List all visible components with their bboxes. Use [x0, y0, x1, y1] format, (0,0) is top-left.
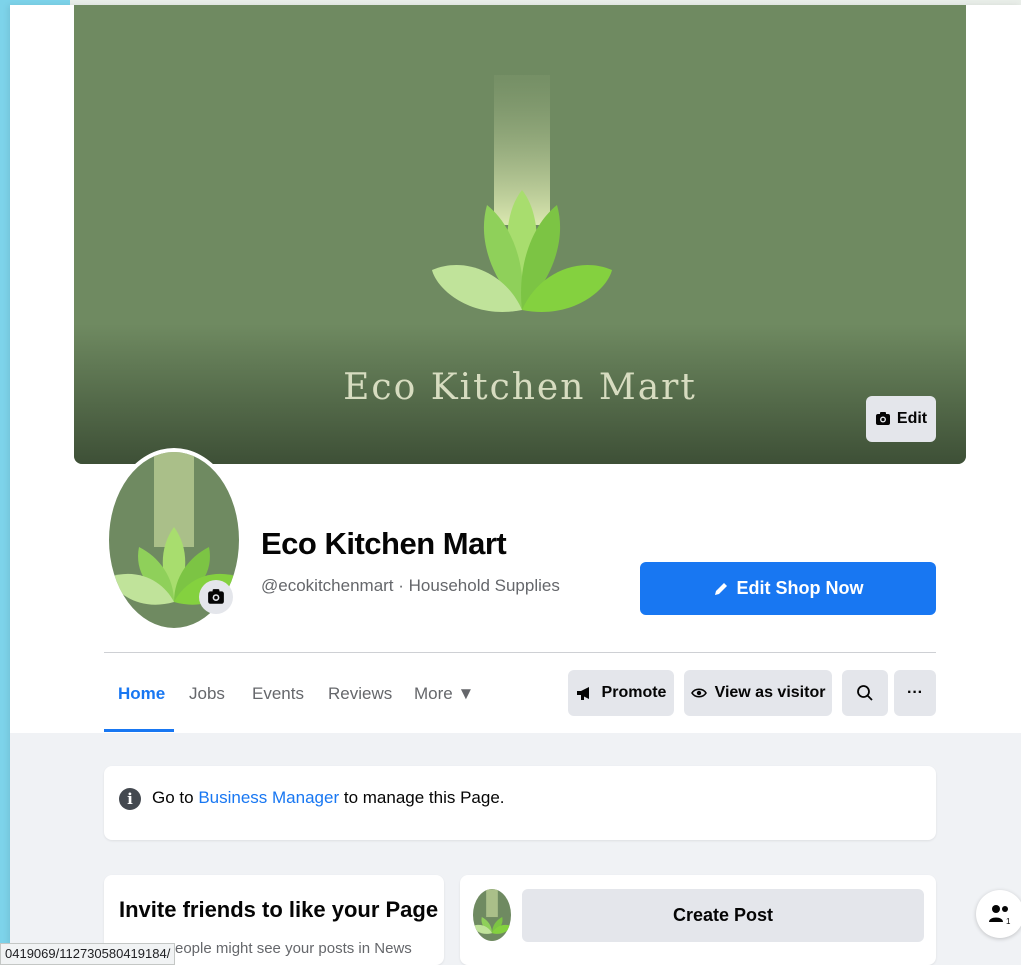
promote-label: Promote: [601, 684, 667, 701]
cover-brand-text: Eco Kitchen Mart: [343, 367, 697, 408]
tab-more[interactable]: More ▼: [414, 684, 474, 704]
invite-description: eople might see your posts in News: [175, 940, 412, 957]
camera-icon: [208, 589, 224, 604]
tab-events[interactable]: Events: [252, 684, 304, 704]
active-tab-indicator: [104, 729, 174, 732]
edit-cover-label: Edit: [896, 410, 928, 427]
page-title: Eco Kitchen Mart: [261, 526, 507, 561]
invite-title: Invite friends to like your Page: [119, 897, 439, 922]
more-options-button[interactable]: ···: [894, 670, 936, 716]
lotus-logo-mini: [473, 889, 511, 934]
camera-icon: [875, 412, 890, 425]
tab-home[interactable]: Home: [118, 684, 165, 704]
business-manager-link[interactable]: Business Manager: [198, 788, 339, 807]
notice-text: Go to Business Manager to manage this Pa…: [152, 788, 505, 808]
notice-prefix: Go to: [152, 788, 199, 807]
search-button[interactable]: [842, 670, 888, 716]
tab-jobs[interactable]: Jobs: [189, 684, 225, 704]
megaphone-icon: [576, 687, 589, 700]
view-as-visitor-label: View as visitor: [714, 684, 826, 701]
promote-button[interactable]: Promote: [568, 670, 674, 716]
search-icon: [857, 685, 873, 701]
info-icon: i: [119, 788, 141, 810]
create-post-button[interactable]: Create Post: [522, 889, 924, 942]
svg-text:1: 1: [1006, 917, 1011, 925]
view-as-visitor-button[interactable]: View as visitor: [684, 670, 832, 716]
edit-cover-button[interactable]: Edit: [866, 396, 936, 442]
friends-button[interactable]: 1: [976, 890, 1021, 938]
status-url-tooltip: 0419069/112730580419184/: [0, 943, 176, 965]
edit-shop-now-label: Edit Shop Now: [736, 578, 864, 598]
ellipsis-icon: ···: [907, 684, 923, 701]
notice-suffix: to manage this Page.: [339, 788, 505, 807]
pencil-icon: [714, 582, 727, 595]
update-profile-picture-button[interactable]: [199, 580, 233, 614]
tab-reviews[interactable]: Reviews: [328, 684, 392, 704]
eye-icon: [690, 688, 707, 698]
edit-shop-now-button[interactable]: Edit Shop Now: [640, 562, 936, 615]
cover-photo[interactable]: Eco Kitchen Mart: [74, 5, 966, 464]
composer-avatar: [473, 889, 511, 941]
header-divider: [104, 652, 936, 653]
lotus-logo: [432, 75, 612, 312]
page-handle-category: @ecokitchenmart · Household Supplies: [261, 576, 560, 595]
people-icon: 1: [989, 905, 1011, 925]
